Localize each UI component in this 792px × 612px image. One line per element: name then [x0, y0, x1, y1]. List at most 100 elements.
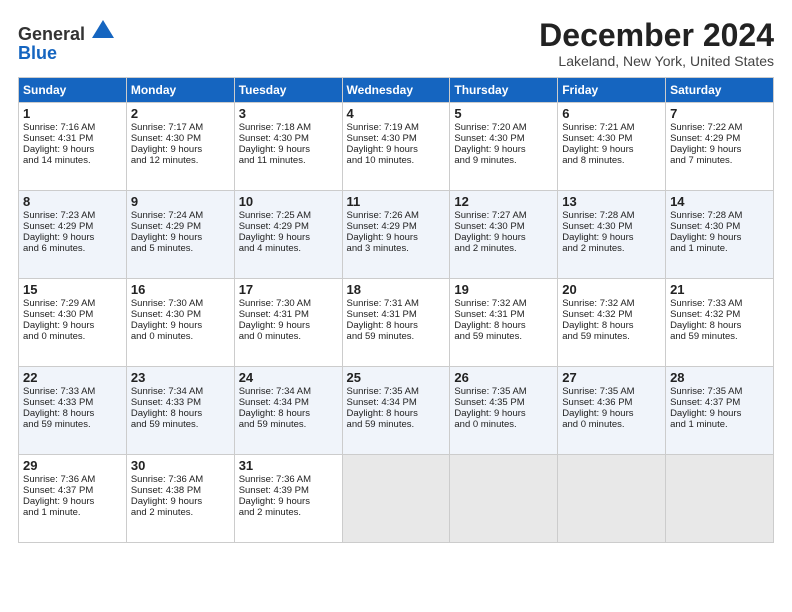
day-info-line: Sunrise: 7:36 AM	[131, 474, 230, 485]
day-number: 14	[670, 194, 769, 209]
day-info-line: and 2 minutes.	[239, 507, 338, 518]
day-info-line: Daylight: 9 hours	[562, 144, 661, 155]
day-info-line: Sunrise: 7:35 AM	[562, 386, 661, 397]
day-info-line: Sunset: 4:30 PM	[454, 133, 553, 144]
day-number: 1	[23, 106, 122, 121]
day-info-line: Sunset: 4:33 PM	[23, 397, 122, 408]
day-info-line: Sunset: 4:31 PM	[347, 309, 446, 320]
day-info-line: Sunrise: 7:33 AM	[23, 386, 122, 397]
day-info-line: Sunset: 4:34 PM	[239, 397, 338, 408]
day-info-line: Sunset: 4:30 PM	[670, 221, 769, 232]
day-number: 2	[131, 106, 230, 121]
logo-blue-text: Blue	[18, 43, 114, 64]
day-number: 5	[454, 106, 553, 121]
calendar-cell: 4Sunrise: 7:19 AMSunset: 4:30 PMDaylight…	[342, 103, 450, 191]
day-info-line: and 5 minutes.	[131, 243, 230, 254]
day-info-line: Daylight: 9 hours	[131, 320, 230, 331]
day-info-line: Sunrise: 7:35 AM	[347, 386, 446, 397]
day-info-line: Sunset: 4:31 PM	[239, 309, 338, 320]
calendar-cell	[450, 455, 558, 543]
day-info-line: and 2 minutes.	[562, 243, 661, 254]
day-info-line: Daylight: 8 hours	[562, 320, 661, 331]
day-info-line: Daylight: 9 hours	[131, 496, 230, 507]
day-info-line: and 1 minute.	[670, 419, 769, 430]
day-info-line: Sunrise: 7:34 AM	[239, 386, 338, 397]
calendar-cell: 21Sunrise: 7:33 AMSunset: 4:32 PMDayligh…	[666, 279, 774, 367]
day-info-line: Sunset: 4:31 PM	[23, 133, 122, 144]
day-number: 8	[23, 194, 122, 209]
day-info-line: Daylight: 9 hours	[454, 408, 553, 419]
day-number: 10	[239, 194, 338, 209]
day-info-line: and 7 minutes.	[670, 155, 769, 166]
day-info-line: Sunset: 4:29 PM	[670, 133, 769, 144]
calendar-cell: 27Sunrise: 7:35 AMSunset: 4:36 PMDayligh…	[558, 367, 666, 455]
day-info-line: Daylight: 8 hours	[239, 408, 338, 419]
calendar-cell: 26Sunrise: 7:35 AMSunset: 4:35 PMDayligh…	[450, 367, 558, 455]
day-info-line: Sunset: 4:29 PM	[239, 221, 338, 232]
day-info-line: Daylight: 9 hours	[562, 232, 661, 243]
day-info-line: Sunset: 4:36 PM	[562, 397, 661, 408]
day-info-line: Sunrise: 7:31 AM	[347, 298, 446, 309]
day-info-line: Sunset: 4:39 PM	[239, 485, 338, 496]
calendar-cell: 31Sunrise: 7:36 AMSunset: 4:39 PMDayligh…	[234, 455, 342, 543]
calendar-cell: 28Sunrise: 7:35 AMSunset: 4:37 PMDayligh…	[666, 367, 774, 455]
day-number: 16	[131, 282, 230, 297]
day-info-line: Sunrise: 7:23 AM	[23, 210, 122, 221]
calendar-cell: 18Sunrise: 7:31 AMSunset: 4:31 PMDayligh…	[342, 279, 450, 367]
day-info-line: Daylight: 8 hours	[131, 408, 230, 419]
day-info-line: and 0 minutes.	[562, 419, 661, 430]
calendar-cell: 22Sunrise: 7:33 AMSunset: 4:33 PMDayligh…	[19, 367, 127, 455]
day-info-line: and 10 minutes.	[347, 155, 446, 166]
day-number: 26	[454, 370, 553, 385]
logo-triangle-icon	[92, 18, 114, 40]
calendar-cell	[666, 455, 774, 543]
day-number: 30	[131, 458, 230, 473]
weekday-header-sunday: Sunday	[19, 78, 127, 103]
day-info-line: Sunrise: 7:32 AM	[562, 298, 661, 309]
day-number: 21	[670, 282, 769, 297]
day-info-line: Sunrise: 7:18 AM	[239, 122, 338, 133]
calendar-cell: 30Sunrise: 7:36 AMSunset: 4:38 PMDayligh…	[126, 455, 234, 543]
calendar-cell: 1Sunrise: 7:16 AMSunset: 4:31 PMDaylight…	[19, 103, 127, 191]
calendar-cell: 17Sunrise: 7:30 AMSunset: 4:31 PMDayligh…	[234, 279, 342, 367]
day-number: 3	[239, 106, 338, 121]
day-number: 20	[562, 282, 661, 297]
day-number: 18	[347, 282, 446, 297]
logo-general: General	[18, 24, 85, 44]
day-info-line: Sunset: 4:30 PM	[239, 133, 338, 144]
day-info-line: and 0 minutes.	[23, 331, 122, 342]
day-number: 17	[239, 282, 338, 297]
day-info-line: Sunrise: 7:27 AM	[454, 210, 553, 221]
day-info-line: and 59 minutes.	[347, 419, 446, 430]
day-info-line: Sunset: 4:37 PM	[670, 397, 769, 408]
day-info-line: Sunrise: 7:16 AM	[23, 122, 122, 133]
day-info-line: Daylight: 9 hours	[239, 232, 338, 243]
day-info-line: and 0 minutes.	[131, 331, 230, 342]
weekday-header-thursday: Thursday	[450, 78, 558, 103]
day-number: 6	[562, 106, 661, 121]
logo: General Blue	[18, 18, 114, 64]
day-info-line: Sunrise: 7:20 AM	[454, 122, 553, 133]
month-title: December 2024	[539, 18, 774, 53]
weekday-header-wednesday: Wednesday	[342, 78, 450, 103]
calendar-table: SundayMondayTuesdayWednesdayThursdayFrid…	[18, 77, 774, 543]
week-row-1: 1Sunrise: 7:16 AMSunset: 4:31 PMDaylight…	[19, 103, 774, 191]
day-info-line: and 3 minutes.	[347, 243, 446, 254]
weekday-header-saturday: Saturday	[666, 78, 774, 103]
calendar-cell: 6Sunrise: 7:21 AMSunset: 4:30 PMDaylight…	[558, 103, 666, 191]
calendar-cell: 12Sunrise: 7:27 AMSunset: 4:30 PMDayligh…	[450, 191, 558, 279]
day-info-line: and 12 minutes.	[131, 155, 230, 166]
day-info-line: Sunset: 4:32 PM	[562, 309, 661, 320]
day-number: 11	[347, 194, 446, 209]
calendar-cell: 11Sunrise: 7:26 AMSunset: 4:29 PMDayligh…	[342, 191, 450, 279]
day-number: 22	[23, 370, 122, 385]
day-info-line: Sunrise: 7:32 AM	[454, 298, 553, 309]
day-info-line: and 59 minutes.	[131, 419, 230, 430]
day-info-line: Daylight: 9 hours	[239, 144, 338, 155]
day-info-line: Sunrise: 7:30 AM	[239, 298, 338, 309]
day-info-line: Daylight: 9 hours	[23, 144, 122, 155]
day-info-line: Sunrise: 7:36 AM	[23, 474, 122, 485]
calendar-cell: 29Sunrise: 7:36 AMSunset: 4:37 PMDayligh…	[19, 455, 127, 543]
day-info-line: Sunset: 4:31 PM	[454, 309, 553, 320]
day-info-line: and 1 minute.	[23, 507, 122, 518]
